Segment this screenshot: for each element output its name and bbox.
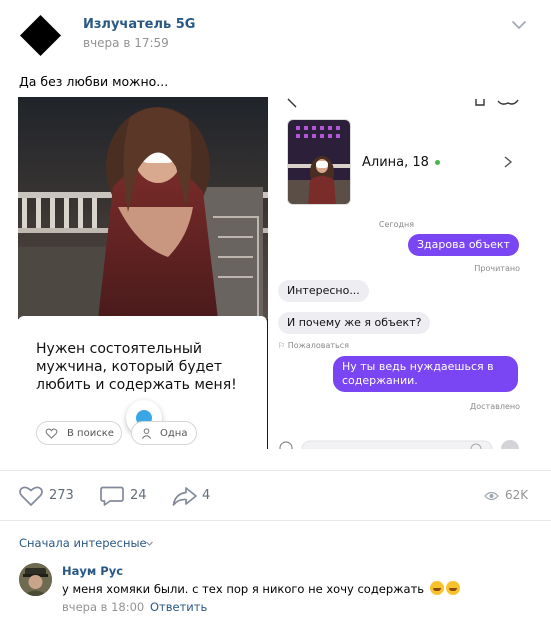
profile-photo [18,97,268,319]
like-count: 273 [49,488,74,503]
divider [0,520,551,521]
comment-count: 24 [130,488,147,503]
share-icon [172,487,197,506]
divider [0,470,551,471]
comment-author-name[interactable]: Наум Рус [62,564,123,578]
chat-input-fragment [279,440,519,449]
online-indicator [435,160,440,165]
comment-text: у меня хомяки были. с тех пор я никого н… [62,581,460,596]
chevron-right-icon [504,156,513,168]
top-bar-fragment [287,98,519,108]
message-bubble-out: Ну ты ведь нуждаешься в содержании. [333,356,518,392]
reply-button[interactable]: Ответить [150,600,207,614]
chat-screenshot: Алина, 18 Сегодня Здарова объект Прочита… [270,97,523,449]
flag-icon: ⚐ [278,341,286,350]
chevron-down-icon[interactable] [145,539,154,548]
comment-icon [100,486,124,506]
post-text: Да без любви можно... [19,74,169,89]
message-bubble-out: Здарова объект [408,234,519,256]
message-read-status: Прочитано [474,264,520,273]
status-pill-search-label: В поиске [67,428,114,439]
comment-author-avatar[interactable] [19,563,52,596]
complain-link: ⚐ Пожаловаться [278,341,349,350]
post-author-name[interactable]: Излучатель 5G [83,17,195,32]
comment-timestamp[interactable]: вчера в 18:00 [62,600,144,614]
rofl-emoji-icon [429,581,444,595]
message-bubble-in: Интересно... [278,280,369,302]
status-pill-alone: Одна [131,421,197,445]
chevron-down-icon[interactable] [511,17,527,33]
status-pill-alone-label: Одна [160,428,188,439]
message-bubble-in: И почему же я объект? [278,312,431,334]
comments-sort-dropdown[interactable]: Сначала интересные [19,536,147,550]
status-pill-search: В поиске [36,421,122,445]
profile-card: Нужен состоятельный мужчина, который буд… [18,316,267,449]
post-image[interactable]: Нужен состоятельный мужчина, который буд… [18,97,523,449]
rofl-emoji-icon [445,581,460,595]
heart-outline-icon [45,428,58,439]
comment-body: у меня хомяки были. с тех пор я никого н… [62,582,425,596]
views-count: 62K [505,488,529,502]
chat-contact-name: Алина, 18 [362,155,429,170]
person-icon [141,428,152,439]
eye-icon [484,491,499,501]
author-avatar[interactable] [19,14,62,57]
complain-label: Пожаловаться [287,341,349,350]
post-timestamp[interactable]: вчера в 17:59 [83,36,169,50]
contact-photo [287,119,351,205]
profile-card-caption: Нужен состоятельный мужчина, который буд… [36,341,237,393]
profile-card-screenshot: Нужен состоятельный мужчина, который буд… [18,97,268,449]
chat-date-label: Сегодня [378,220,415,229]
share-count: 4 [202,488,211,503]
post-header: Излучатель 5G вчера в 17:59 [0,0,551,70]
message-delivered-status: Доставлено [470,402,520,411]
heart-icon [19,486,43,506]
